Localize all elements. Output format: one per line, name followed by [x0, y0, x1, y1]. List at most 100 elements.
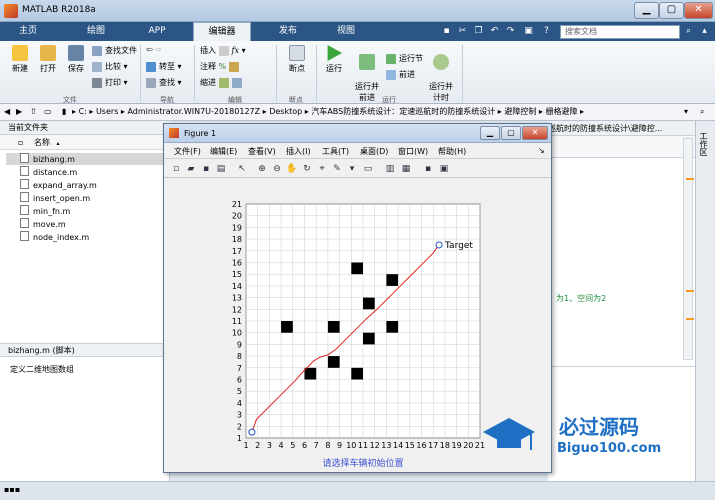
file-item[interactable]: expand_array.m: [6, 179, 97, 191]
back-forward-buttons[interactable]: ⇦ ⇨: [146, 45, 162, 54]
editor-scrollbar[interactable]: [683, 138, 693, 360]
code-comment-text: 、为1、空间为2: [548, 294, 607, 303]
run-section-button[interactable]: 运行节: [386, 53, 423, 64]
code-analyzer-marker[interactable]: [686, 318, 694, 320]
path-part[interactable]: 避障控制: [504, 107, 536, 116]
link-plot-icon[interactable]: ▭: [362, 163, 374, 175]
y-tick-label: 20: [232, 212, 242, 221]
redo-icon[interactable]: ↷: [504, 25, 517, 38]
address-dropdown-icon[interactable]: ▾: [684, 104, 688, 120]
file-item[interactable]: distance.m: [6, 166, 77, 178]
zoom-in-icon[interactable]: ⊕: [256, 163, 268, 175]
show-plot-tools-icon[interactable]: ▣: [438, 163, 450, 175]
menu-edit[interactable]: 编辑(E): [210, 146, 237, 157]
menu-desktop[interactable]: 桌面(D): [360, 146, 388, 157]
hide-plot-tools-icon[interactable]: ▪: [422, 163, 434, 175]
tab-apps[interactable]: APP: [131, 22, 183, 41]
menu-window[interactable]: 窗口(W): [398, 146, 428, 157]
new-button[interactable]: 新建: [6, 45, 34, 74]
copy-icon[interactable]: ❐: [472, 25, 485, 38]
name-column-header[interactable]: ▫ 名称 ▴: [0, 135, 170, 150]
code-analyzer-marker[interactable]: [686, 178, 694, 180]
save-quick-icon[interactable]: ▪: [440, 25, 453, 38]
workspace-tab[interactable]: 工作区: [699, 132, 709, 156]
back-icon[interactable]: ⇦: [146, 45, 153, 54]
path-part[interactable]: 汽车ABS防撞系统设计：定速巡航时的防撞系统设计: [311, 107, 495, 116]
tab-plots[interactable]: 绘图: [70, 22, 122, 41]
tab-publish[interactable]: 发布: [262, 22, 314, 41]
forward-icon[interactable]: ⇨: [155, 45, 162, 54]
insert-button[interactable]: 插入 fx ▾: [200, 45, 246, 56]
maximize-button[interactable]: ▢: [659, 2, 684, 19]
details-header[interactable]: bizhang.m (脚本): [0, 343, 170, 357]
fx-button[interactable]: fx: [232, 46, 239, 55]
file-item[interactable]: min_fn.m: [6, 205, 70, 217]
file-item[interactable]: node_index.m: [6, 231, 89, 243]
menu-help[interactable]: 帮助(H): [438, 146, 466, 157]
path-part[interactable]: 栅格避障: [545, 107, 577, 116]
rotate-3d-icon[interactable]: ↻: [301, 163, 313, 175]
path-part[interactable]: C:: [79, 107, 87, 116]
switch-windows-icon[interactable]: ▣: [522, 25, 535, 38]
up-folder-icon[interactable]: ⇧: [30, 104, 37, 120]
menu-view[interactable]: 查看(V): [248, 146, 276, 157]
compare-button[interactable]: 比较 ▾: [92, 61, 128, 72]
print-figure-icon[interactable]: ▤: [215, 163, 227, 175]
brush-icon[interactable]: ✎: [331, 163, 343, 175]
tab-editor[interactable]: 编辑器: [193, 22, 251, 41]
print-button[interactable]: 打印 ▾: [92, 77, 128, 88]
folder-icon: ▮: [62, 107, 67, 116]
forward-nav-icon[interactable]: ▶: [16, 104, 22, 120]
code-analyzer-marker[interactable]: [686, 290, 694, 292]
search-input[interactable]: 搜索文档: [560, 25, 680, 39]
minimize-button[interactable]: ▁: [634, 2, 659, 19]
brush-dropdown-icon[interactable]: ▾: [346, 163, 358, 175]
data-cursor-icon[interactable]: ⌖: [316, 163, 328, 175]
help-icon[interactable]: ?: [540, 25, 553, 38]
indent-button[interactable]: 缩进: [200, 77, 245, 88]
path-part[interactable]: Users: [96, 107, 118, 116]
tab-view[interactable]: 视图: [320, 22, 372, 41]
insert-colorbar-icon[interactable]: ▥: [384, 163, 396, 175]
tab-home[interactable]: 主页: [2, 22, 54, 41]
file-item[interactable]: move.m: [6, 218, 66, 230]
comment-button[interactable]: 注释 %: [200, 61, 242, 72]
expand-icon: ▫: [18, 138, 24, 147]
save-button[interactable]: 保存: [62, 45, 90, 74]
pointer-icon[interactable]: ↖: [236, 163, 248, 175]
path-part[interactable]: Desktop: [269, 107, 302, 116]
zoom-out-icon[interactable]: ⊖: [271, 163, 283, 175]
open-button[interactable]: 打开: [34, 45, 62, 74]
close-button[interactable]: ✕: [684, 2, 713, 19]
collapse-ribbon-icon[interactable]: ▴: [698, 25, 711, 38]
back-nav-icon[interactable]: ◀: [4, 104, 10, 120]
address-path[interactable]: ▸ C: ▸ Users ▸ Administrator.WIN7U-20180…: [72, 104, 584, 120]
menu-tools[interactable]: 工具(T): [322, 146, 349, 157]
path-part[interactable]: Administrator.WIN7U-20180127Z: [127, 107, 260, 116]
open-file-icon[interactable]: ▰: [185, 163, 197, 175]
goto-button[interactable]: 转至 ▾: [146, 61, 182, 72]
run-button[interactable]: 运行: [320, 45, 348, 74]
undo-icon[interactable]: ↶: [488, 25, 501, 38]
menu-file[interactable]: 文件(F): [174, 146, 201, 157]
dock-arrow-icon[interactable]: ↘: [538, 146, 545, 155]
file-item[interactable]: bizhang.m: [6, 153, 164, 165]
pan-icon[interactable]: ✋: [286, 163, 298, 175]
advance-button[interactable]: 前进: [386, 69, 415, 80]
figure-minimize-button[interactable]: ▁: [480, 126, 500, 140]
file-item[interactable]: insert_open.m: [6, 192, 90, 204]
breakpoints-button[interactable]: 断点: [282, 45, 312, 74]
figure-close-button[interactable]: ✕: [522, 126, 548, 140]
save-figure-icon[interactable]: ▪: [200, 163, 212, 175]
search-icon[interactable]: ⌕: [682, 25, 695, 38]
figure-menu-bar: 文件(F) 编辑(E) 查看(V) 插入(I) 工具(T) 桌面(D) 窗口(W…: [164, 144, 551, 159]
search-folder-icon[interactable]: ⌕: [700, 104, 704, 120]
menu-insert[interactable]: 插入(I): [286, 146, 311, 157]
cut-icon[interactable]: ✂: [456, 25, 469, 38]
find-files-button[interactable]: 查找文件: [92, 45, 137, 56]
insert-legend-icon[interactable]: ▦: [400, 163, 412, 175]
new-figure-icon[interactable]: ▫: [170, 163, 182, 175]
browse-folder-icon[interactable]: ▭: [44, 104, 52, 120]
find-button[interactable]: 查找 ▾: [146, 77, 182, 88]
figure-maximize-button[interactable]: ▢: [501, 126, 521, 140]
